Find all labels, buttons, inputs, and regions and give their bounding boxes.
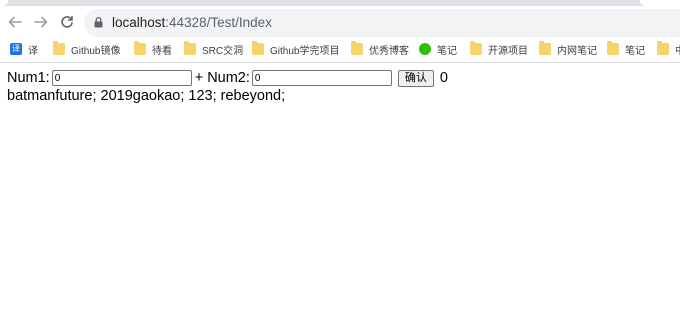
bookmark-src[interactable]: SRC交洞 xyxy=(184,40,243,58)
confirm-button[interactable]: 确认 xyxy=(397,69,434,87)
bookmark-label: 待看 xyxy=(152,45,172,57)
output-line: batmanfuture; 2019gaokao; 123; rebeyond; xyxy=(7,88,286,104)
arrow-left-icon xyxy=(8,16,22,28)
chrome-divider xyxy=(0,62,680,63)
tab-strip xyxy=(0,0,680,6)
bookmark-label: 优秀博客 xyxy=(369,45,409,57)
lock-icon[interactable] xyxy=(94,17,103,28)
reload-icon xyxy=(61,15,73,28)
address-bar[interactable]: localhost:44328/Test/Index xyxy=(84,9,680,37)
bookmark-intranet-notes[interactable]: 内网笔记 xyxy=(539,40,597,58)
forward-button[interactable] xyxy=(32,13,50,31)
bookmark-label: 中 xyxy=(675,42,680,57)
bookmark-open-source[interactable]: 开源项目 xyxy=(470,40,528,58)
folder-icon xyxy=(607,41,619,55)
bookmarks-bar: 译 译 Github镜像 待看 SRC交洞 Github学完项目 优秀博客 笔记 xyxy=(0,38,680,60)
bookmark-blogs[interactable]: 优秀博客 xyxy=(351,40,409,58)
folder-icon xyxy=(184,41,196,55)
wechat-icon xyxy=(419,43,431,55)
bookmark-label: 开源项目 xyxy=(488,45,528,57)
plus-sign: + xyxy=(194,70,204,86)
bookmark-label: 笔记 xyxy=(625,45,645,57)
bookmark-github-projects[interactable]: Github学完项目 xyxy=(252,40,339,58)
browser-chrome: localhost:44328/Test/Index 译 译 Github镜像 … xyxy=(0,0,680,63)
bookmark-label: Github镜像 xyxy=(71,45,121,57)
bookmark-label: SRC交洞 xyxy=(202,45,244,57)
folder-icon xyxy=(539,41,551,55)
calc-form: Num1: + Num2: 确认 0 xyxy=(7,69,448,87)
back-button[interactable] xyxy=(6,13,24,31)
num2-input[interactable] xyxy=(251,70,392,86)
bookmark-label: 内网笔记 xyxy=(557,45,597,57)
page-content: Num1: + Num2: 确认 0 batmanfuture; 2019gao… xyxy=(7,69,448,104)
folder-icon xyxy=(252,41,264,55)
url-path: :44328/Test/Index xyxy=(165,15,272,30)
num2-label: Num2: xyxy=(207,70,250,86)
bookmark-label: 笔记 xyxy=(437,45,457,57)
folder-icon xyxy=(351,41,363,55)
bookmark-label: 译 xyxy=(28,45,38,57)
bookmark-notes[interactable]: 笔记 xyxy=(607,40,645,58)
bookmark-translate[interactable]: 译 译 xyxy=(10,40,38,58)
bookmark-github-mirror[interactable]: Github镜像 xyxy=(53,40,120,58)
num1-input[interactable] xyxy=(51,70,192,86)
bookmark-overflow[interactable]: 中 xyxy=(657,40,680,58)
url-text[interactable]: localhost:44328/Test/Index xyxy=(112,15,272,30)
folder-icon xyxy=(470,41,482,55)
num1-label: Num1: xyxy=(7,70,50,86)
url-host: localhost xyxy=(112,15,166,30)
result-value: 0 xyxy=(439,70,448,86)
bookmark-label: Github学完项目 xyxy=(270,45,340,57)
folder-icon xyxy=(53,41,65,55)
bookmark-to-watch[interactable]: 待看 xyxy=(134,40,172,58)
tab-edge-right[interactable] xyxy=(640,0,680,6)
folder-icon xyxy=(134,41,146,55)
translate-icon: 译 xyxy=(10,43,22,55)
reload-button[interactable] xyxy=(58,13,76,31)
bookmark-notes-wechat[interactable]: 笔记 xyxy=(419,40,457,58)
arrow-right-icon xyxy=(34,16,48,28)
folder-icon xyxy=(657,41,669,55)
